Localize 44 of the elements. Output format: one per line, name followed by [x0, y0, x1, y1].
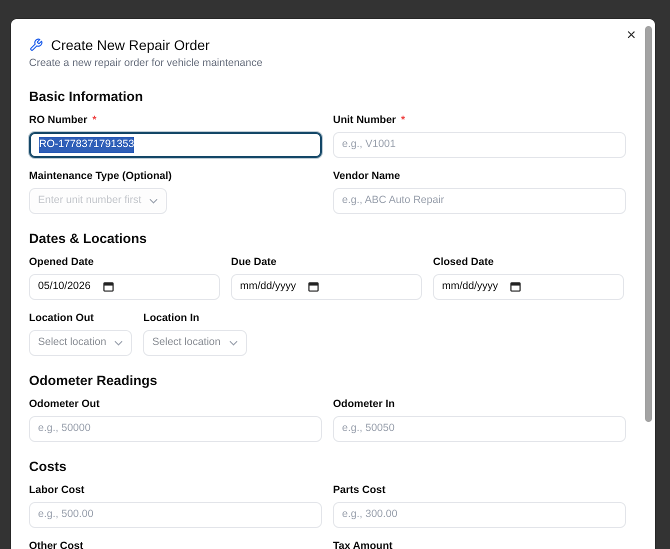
- section-heading: Costs: [29, 458, 67, 476]
- field-label: Closed Date: [433, 256, 494, 269]
- dialog-subtitle: Create a new repair order for vehicle maintenance: [29, 56, 262, 71]
- input-field[interactable]: e.g., 500.00: [29, 502, 322, 528]
- field-label: Tax Amount: [333, 540, 392, 549]
- field-label: Location In: [143, 312, 200, 325]
- input-field[interactable]: e.g., 300.00: [333, 502, 626, 528]
- field-label: RO Number: [29, 114, 88, 127]
- input-field[interactable]: e.g., 50050: [333, 416, 626, 442]
- select-dropdown[interactable]: Select location: [29, 330, 132, 356]
- field-label: Opened Date: [29, 256, 94, 269]
- scrollbar[interactable]: [645, 26, 652, 422]
- select-dropdown[interactable]: Select location: [143, 330, 247, 356]
- field-label: Parts Cost: [333, 484, 386, 497]
- wrench-icon: [29, 38, 43, 52]
- required-mark: *: [401, 114, 406, 127]
- field-label: Location Out: [29, 312, 94, 325]
- field-label: Labor Cost: [29, 484, 84, 497]
- field-label: Odometer In: [333, 398, 395, 411]
- input-field[interactable]: e.g., ABC Auto Repair: [333, 188, 626, 214]
- chevron-down-icon: [149, 198, 158, 204]
- chevron-down-icon: [228, 340, 238, 346]
- field-label: Due Date: [231, 256, 277, 269]
- date-field[interactable]: mm/dd/yyyy: [231, 274, 422, 300]
- input-field[interactable]: RO-1778371791353: [29, 132, 322, 158]
- input-field[interactable]: e.g., 50000: [29, 416, 322, 442]
- date-field[interactable]: 05/10/2026: [29, 274, 220, 300]
- calendar-icon: [510, 281, 522, 292]
- required-mark: *: [92, 114, 96, 127]
- field-label: Vendor Name: [333, 170, 400, 183]
- input-field[interactable]: e.g., V1001: [333, 132, 626, 158]
- dialog-title: Create New Repair Order: [51, 36, 210, 54]
- chevron-down-icon: [114, 340, 124, 346]
- date-field[interactable]: mm/dd/yyyy: [433, 274, 624, 300]
- field-label: Odometer Out: [29, 398, 100, 411]
- field-label: Maintenance Type (Optional): [29, 170, 172, 183]
- calendar-icon: [308, 281, 320, 292]
- section-heading: Basic Information: [29, 88, 144, 106]
- field-label: Other Cost: [29, 540, 84, 549]
- section-heading: Odometer Readings: [29, 372, 158, 390]
- field-label: Unit Number: [333, 114, 396, 127]
- section-heading: Dates & Locations: [29, 230, 147, 248]
- calendar-icon: [102, 281, 114, 292]
- close-button[interactable]: ×: [624, 28, 638, 44]
